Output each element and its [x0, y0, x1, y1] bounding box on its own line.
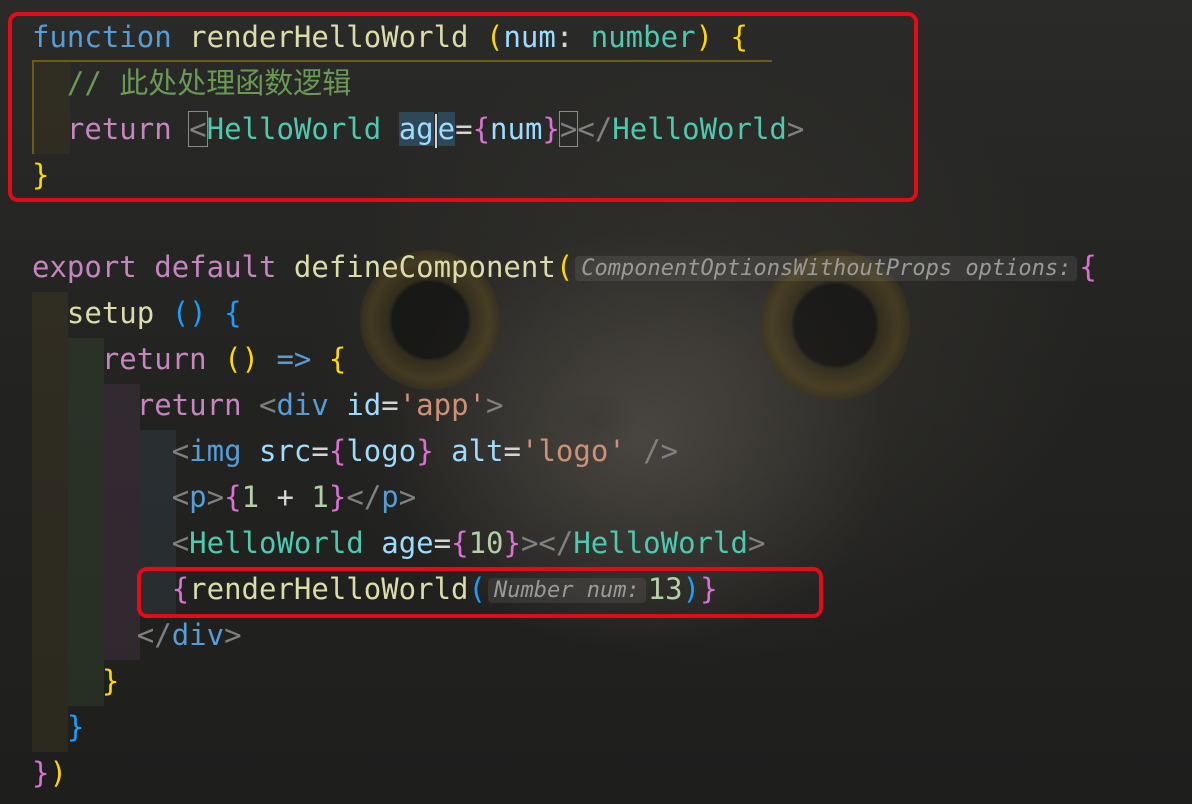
code-token: id — [346, 388, 382, 422]
code-token: < — [171, 480, 190, 514]
code-token: = — [311, 434, 329, 468]
code-token: } — [101, 664, 120, 698]
code-token: = — [381, 388, 399, 422]
code-line[interactable]: <HelloWorld age={10}></HelloWorld> — [32, 520, 766, 566]
code-token: </ — [346, 480, 382, 514]
code-token: > — [206, 480, 225, 514]
code-token: => — [276, 342, 312, 376]
code-token: return — [136, 388, 242, 422]
code-token: { — [224, 296, 242, 330]
code-token: > — [398, 480, 417, 514]
code-token: img — [189, 434, 242, 468]
code-token: p — [381, 480, 399, 514]
code-token: </ — [136, 618, 172, 652]
code-token: } — [503, 526, 521, 560]
code-line[interactable]: } — [32, 658, 119, 704]
code-token: p — [189, 480, 207, 514]
code-token: div — [276, 388, 329, 422]
code-line[interactable]: <img src={logo} alt='logo' /> — [32, 428, 678, 474]
code-token: { — [1079, 250, 1097, 284]
code-line[interactable]: return () => { — [32, 336, 346, 382]
code-token: 10 — [468, 526, 504, 560]
code-token: ></ — [520, 526, 574, 560]
code-token: } — [328, 480, 347, 514]
code-token: { — [224, 480, 242, 514]
code-token: > — [747, 526, 766, 560]
code-token: { — [328, 342, 347, 376]
code-editor[interactable]: function renderHelloWorld (num: number) … — [0, 0, 1192, 804]
code-line[interactable]: <p>{1 + 1}</p> — [32, 474, 417, 520]
code-token: < — [259, 388, 277, 422]
code-token: logo — [346, 434, 417, 468]
code-token: export — [32, 250, 137, 284]
code-token: < — [171, 526, 190, 560]
code-token: () — [224, 342, 259, 376]
code-token: return — [101, 342, 207, 376]
code-token: defineComponent — [293, 250, 556, 284]
code-token: = — [503, 434, 521, 468]
code-token: > — [224, 618, 242, 652]
code-line[interactable]: } — [32, 704, 84, 750]
code-token: } — [32, 756, 50, 790]
code-line[interactable]: export default defineComponent(Component… — [32, 244, 1097, 290]
code-token: HelloWorld — [189, 526, 364, 560]
code-token: src — [259, 434, 312, 468]
code-token: /> — [643, 434, 679, 468]
code-token: 'app' — [398, 388, 487, 422]
code-token: } — [416, 434, 434, 468]
code-token: = — [433, 526, 452, 560]
code-token: HelloWorld — [573, 526, 748, 560]
code-token: ( — [555, 250, 574, 284]
code-token: 1 — [241, 480, 260, 514]
highlight-box-function-call — [137, 567, 823, 618]
code-token: ) — [49, 756, 67, 790]
code-token: default — [154, 250, 277, 284]
code-token: age — [381, 526, 434, 560]
code-token: setup — [66, 296, 155, 330]
highlight-box-function-definition — [8, 12, 918, 202]
code-token: 1 — [311, 480, 329, 514]
code-line[interactable]: }) — [32, 750, 67, 796]
code-line[interactable]: return <div id='app'> — [32, 382, 504, 428]
code-token: 'logo' — [520, 434, 626, 468]
code-token: } — [66, 710, 85, 744]
code-line[interactable]: </div> — [32, 612, 242, 658]
code-token: { — [328, 434, 347, 468]
code-token: < — [171, 434, 190, 468]
code-token: div — [171, 618, 225, 652]
code-line[interactable]: setup () { — [32, 290, 242, 336]
code-token: alt — [451, 434, 504, 468]
code-token: + — [259, 480, 312, 514]
code-token: > — [486, 388, 504, 422]
code-token: { — [451, 526, 469, 560]
inlay-hint: ComponentOptionsWithoutProps options: — [575, 256, 1078, 281]
code-token: () — [171, 296, 207, 330]
